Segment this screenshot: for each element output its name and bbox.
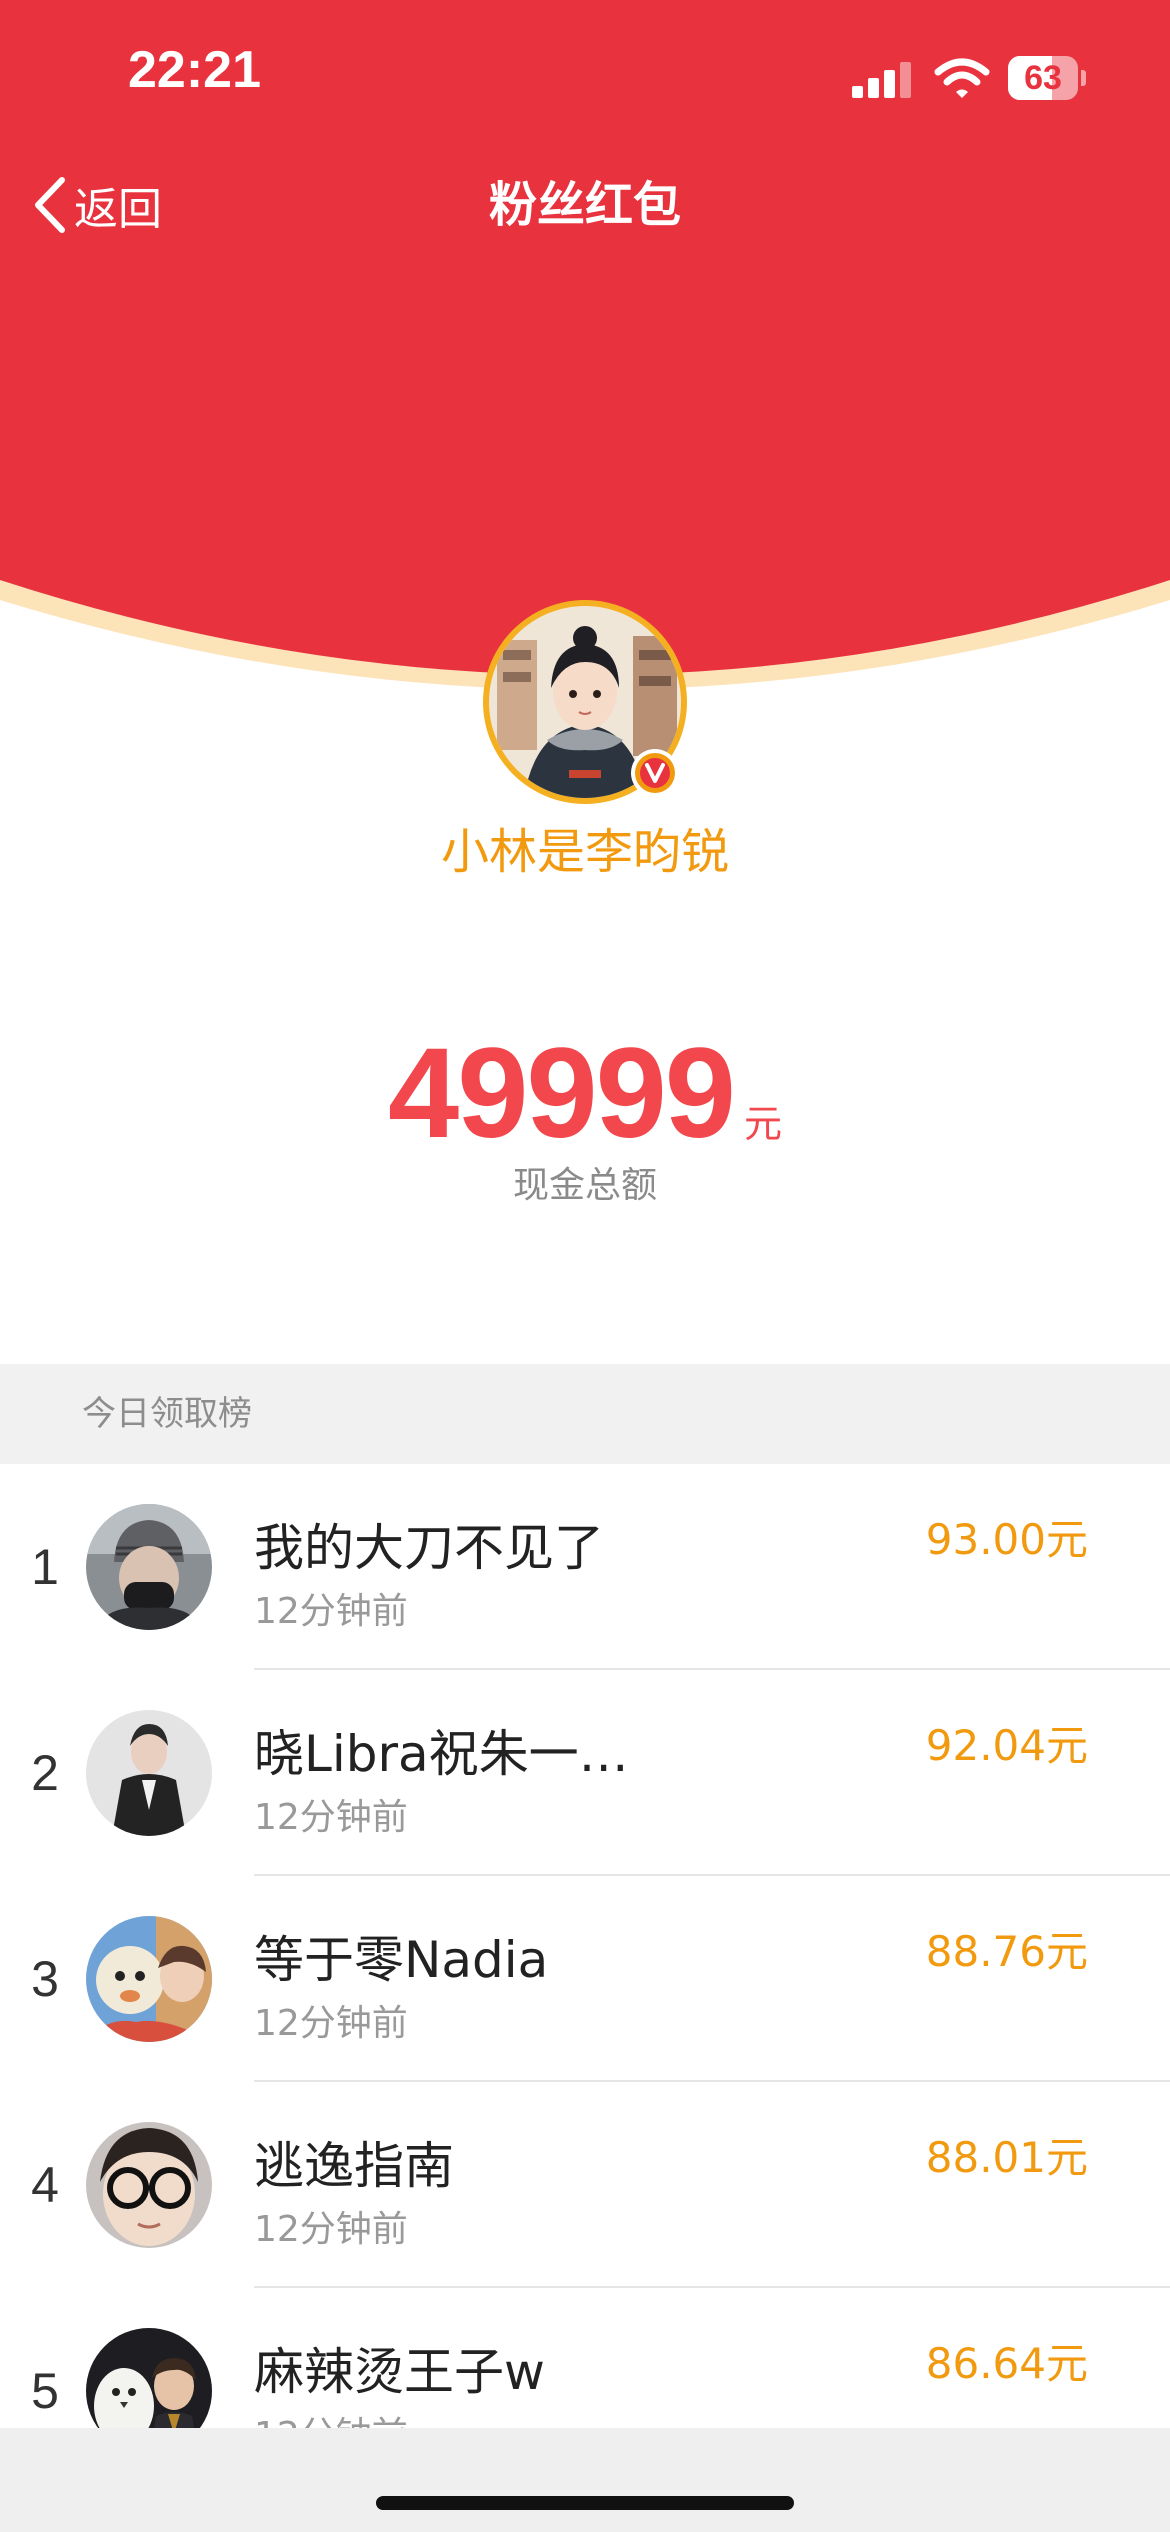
leaderboard-header: 今日领取榜	[0, 1364, 1170, 1464]
battery-percentage: 63	[1024, 59, 1062, 97]
battery-icon: 63	[1008, 56, 1088, 100]
claim-amount: 86.64元	[925, 2339, 1088, 2388]
rank-number: 1	[31, 1539, 59, 1595]
claim-amount: 88.76元	[925, 1927, 1088, 1976]
rank-number: 3	[31, 1951, 59, 2007]
claim-time: 12分钟前	[254, 2003, 408, 2044]
chevron-left-icon	[35, 177, 65, 233]
claim-time: 12分钟前	[254, 1797, 408, 1838]
user-name[interactable]: 晓Libra祝朱一…	[254, 1714, 629, 1786]
leaderboard-title: 今日领取榜	[82, 1394, 252, 1434]
user-name[interactable]: 等于零Nadia	[254, 1920, 548, 1992]
status-time: 22:21	[128, 41, 261, 99]
amount-value: 49999	[388, 1022, 736, 1165]
claim-amount: 88.01元	[925, 2133, 1088, 2182]
claim-amount: 92.04元	[925, 1721, 1088, 1770]
user-name[interactable]: 逃逸指南	[254, 2126, 454, 2198]
claim-time: 12分钟前	[254, 2209, 408, 2250]
amount-unit: 元	[743, 1102, 782, 1146]
user-name[interactable]: 麻辣烫王子w	[254, 2332, 545, 2404]
list-item[interactable]: 4 逃逸指南 12分钟前 88.01元	[0, 2082, 1170, 2288]
rank-number: 4	[31, 2157, 59, 2213]
user-avatar[interactable]	[86, 2122, 212, 2248]
v-badge-icon	[631, 749, 679, 797]
list-item[interactable]: 3 等于零Nadia 12分钟前 88.76元	[0, 1876, 1170, 2082]
wifi-icon	[934, 58, 990, 98]
user-avatar[interactable]	[86, 1916, 212, 2042]
home-indicator-area	[0, 2428, 1170, 2532]
rank-number: 2	[31, 1745, 59, 1801]
navigation-bar: 粉丝红包 返回	[0, 160, 1170, 250]
creator-name[interactable]: 小林是李昀锐	[0, 812, 1170, 882]
home-indicator[interactable]	[376, 2496, 794, 2510]
status-bar: 22:21 63	[0, 0, 1170, 150]
back-button[interactable]: 返回	[32, 174, 162, 236]
total-amount: 49999 元	[0, 1020, 1170, 1167]
user-avatar[interactable]	[86, 1504, 212, 1630]
claim-time: 12分钟前	[254, 1591, 408, 1632]
cellular-signal-icon	[852, 62, 916, 98]
user-avatar[interactable]	[86, 1710, 212, 1836]
claim-amount: 93.00元	[925, 1515, 1088, 1564]
list-item[interactable]: 1 我的大刀不见了 12分钟前 93.00元	[0, 1464, 1170, 1670]
list-item[interactable]: 2 晓Libra祝朱一… 12分钟前 92.04元	[0, 1670, 1170, 1876]
amount-label: 现金总额	[512, 1165, 657, 1206]
user-name[interactable]: 我的大刀不见了	[254, 1508, 604, 1580]
back-label: 返回	[74, 184, 162, 235]
page-title: 粉丝红包	[488, 177, 681, 233]
